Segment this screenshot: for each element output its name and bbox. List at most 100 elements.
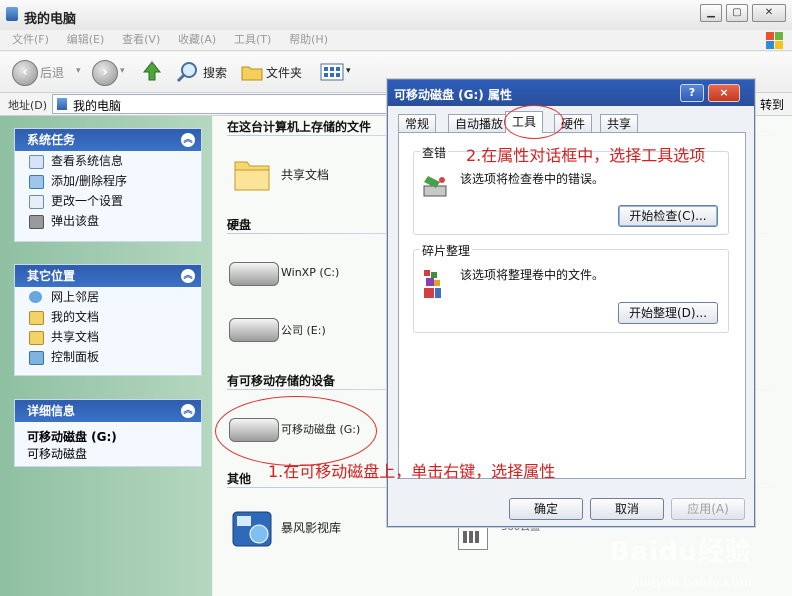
storm-library-label[interactable]: 暴风影视库 — [281, 519, 341, 536]
forward-dropdown-icon[interactable]: ▾ — [120, 66, 125, 76]
window-title-bar: 我的电脑 ▁ ▢ ✕ — [0, 0, 792, 31]
hard-drive-e-icon[interactable] — [229, 318, 279, 342]
menu-favorites[interactable]: 收藏(A) — [178, 30, 216, 50]
shared-folder-icon — [29, 331, 44, 345]
add-remove-icon — [29, 175, 44, 189]
hard-drive-c-icon[interactable] — [229, 262, 279, 286]
address-value: 我的电脑 — [73, 99, 122, 113]
drive-e-label[interactable]: 公司 (E:) — [281, 322, 326, 338]
error-check-desc: 该选项将检查卷中的错误。 — [460, 172, 605, 186]
dialog-title: 可移动磁盘 (G:) 属性 — [394, 88, 512, 102]
dialog-close-button[interactable]: × — [708, 84, 740, 102]
task-eject-disk[interactable]: 弹出该盘 — [15, 211, 201, 231]
other-places-title: 其它位置 — [27, 269, 76, 283]
apply-button[interactable]: 应用(A) — [671, 498, 745, 520]
check-disk-icon — [422, 172, 450, 200]
close-button[interactable]: ✕ — [752, 4, 786, 22]
shared-docs-folder-icon[interactable] — [233, 154, 271, 192]
tab-sharing[interactable]: 共享 — [600, 114, 639, 133]
views-icon[interactable] — [320, 62, 344, 82]
up-folder-icon[interactable] — [142, 60, 162, 82]
baidu-jingyan-watermark: Baidu经验 — [609, 537, 752, 567]
documents-folder-icon — [29, 311, 44, 325]
menu-view[interactable]: 查看(V) — [122, 30, 160, 50]
details-panel: 详细信息 ︽ 可移动磁盘 (G:) 可移动磁盘 — [14, 399, 202, 467]
other-places-panel: 其它位置 ︽ 网上邻居 我的文档 共享文档 控制面板 — [14, 264, 202, 376]
views-dropdown-icon[interactable]: ▾ — [346, 66, 351, 76]
back-arrow-icon[interactable]: ‹ — [12, 60, 38, 86]
other-places-header[interactable]: 其它位置 ︽ — [15, 265, 201, 287]
tools-tab-panel: 查错 该选项将检查卷中的错误。 开始检查(C)... 碎片整理 该选项将整理卷中… — [398, 132, 746, 479]
control-panel-icon — [29, 351, 44, 365]
section-other: 其他 — [227, 472, 252, 486]
tab-autoplay[interactable]: 自动播放 — [448, 114, 511, 133]
forward-arrow-icon[interactable]: › — [92, 60, 118, 86]
start-defrag-button[interactable]: 开始整理(D)... — [618, 302, 718, 324]
task-change-setting[interactable]: 更改一个设置 — [15, 191, 201, 211]
tab-general[interactable]: 常规 — [398, 114, 437, 133]
annotation-circle-tab — [504, 105, 564, 139]
window-title: 我的电脑 — [24, 12, 77, 27]
minimize-button[interactable]: ▁ — [700, 4, 722, 22]
settings-icon — [29, 195, 44, 209]
annotation-circle-drive — [215, 396, 377, 466]
cloud-drive-icon[interactable] — [458, 524, 488, 550]
ok-button[interactable]: 确定 — [509, 498, 583, 520]
folders-button-label[interactable]: 文件夹 — [266, 64, 302, 81]
search-icon[interactable] — [176, 61, 200, 83]
details-name: 可移动磁盘 (G:) — [27, 430, 117, 444]
windows-logo-icon — [764, 30, 784, 50]
menu-edit[interactable]: 编辑(E) — [67, 30, 105, 50]
system-tasks-title: 系统任务 — [27, 133, 76, 147]
start-check-button[interactable]: 开始检查(C)... — [618, 205, 718, 227]
collapse-chevron-icon[interactable]: ︽ — [181, 404, 195, 418]
menu-help[interactable]: 帮助(H) — [289, 30, 328, 50]
network-icon — [29, 291, 42, 303]
task-view-system-info[interactable]: 查看系统信息 — [15, 151, 201, 171]
annotation-step-1: 1.在可移动磁盘上，单击右键，选择属性 — [268, 462, 556, 481]
storm-library-icon[interactable] — [231, 508, 273, 548]
defrag-group: 碎片整理 该选项将整理卷中的文件。 开始整理(D)... — [413, 242, 729, 333]
details-header[interactable]: 详细信息 ︽ — [15, 400, 201, 422]
address-input[interactable]: 我的电脑 — [52, 94, 394, 114]
section-removable: 有可移动存储的设备 — [227, 374, 336, 388]
menu-bar: 文件(F) 编辑(E) 查看(V) 收藏(A) 工具(T) 帮助(H) — [0, 30, 792, 51]
place-control-panel[interactable]: 控制面板 — [15, 347, 201, 367]
place-shared-documents[interactable]: 共享文档 — [15, 327, 201, 347]
details-title: 详细信息 — [27, 404, 76, 418]
menu-tools[interactable]: 工具(T) — [234, 30, 271, 50]
dialog-title-bar: 可移动磁盘 (G:) 属性 ? × — [388, 80, 754, 106]
back-button-label[interactable]: 后退 — [40, 64, 64, 81]
section-stored-files: 在这台计算机上存储的文件 — [227, 120, 372, 134]
annotation-step-2: 2.在属性对话框中，选择工具选项 — [466, 146, 706, 165]
shared-docs-label[interactable]: 共享文档 — [281, 166, 329, 183]
cancel-button[interactable]: 取消 — [590, 498, 664, 520]
left-task-pane: 系统任务 ︽ 查看系统信息 添加/删除程序 更改一个设置 弹出该盘 其它位置 ︽… — [0, 116, 212, 596]
computer-icon — [6, 7, 18, 21]
system-tasks-panel: 系统任务 ︽ 查看系统信息 添加/删除程序 更改一个设置 弹出该盘 — [14, 128, 202, 242]
defrag-desc: 该选项将整理卷中的文件。 — [460, 268, 605, 282]
folders-icon[interactable] — [240, 62, 264, 82]
collapse-chevron-icon[interactable]: ︽ — [181, 133, 195, 147]
eject-icon — [29, 215, 44, 229]
drive-c-label[interactable]: WinXP (C:) — [281, 266, 339, 279]
maximize-button[interactable]: ▢ — [726, 4, 748, 22]
place-network[interactable]: 网上邻居 — [15, 287, 201, 307]
computer-icon — [57, 98, 67, 110]
defrag-title: 碎片整理 — [420, 242, 473, 259]
go-button[interactable]: 转到 — [760, 96, 784, 113]
error-check-title: 查错 — [420, 144, 449, 161]
system-info-icon — [29, 155, 44, 169]
search-button-label[interactable]: 搜索 — [203, 64, 227, 81]
menu-file[interactable]: 文件(F) — [12, 30, 49, 50]
task-add-remove-programs[interactable]: 添加/删除程序 — [15, 171, 201, 191]
place-my-documents[interactable]: 我的文档 — [15, 307, 201, 327]
help-button[interactable]: ? — [680, 84, 704, 102]
defrag-icon — [422, 268, 450, 302]
section-hard-disks: 硬盘 — [227, 218, 252, 232]
system-tasks-header[interactable]: 系统任务 ︽ — [15, 129, 201, 151]
back-dropdown-icon[interactable]: ▾ — [76, 66, 81, 76]
watermark-url: jingyan.baidu.com — [632, 575, 752, 590]
details-type: 可移动磁盘 — [27, 447, 88, 461]
collapse-chevron-icon[interactable]: ︽ — [181, 269, 195, 283]
